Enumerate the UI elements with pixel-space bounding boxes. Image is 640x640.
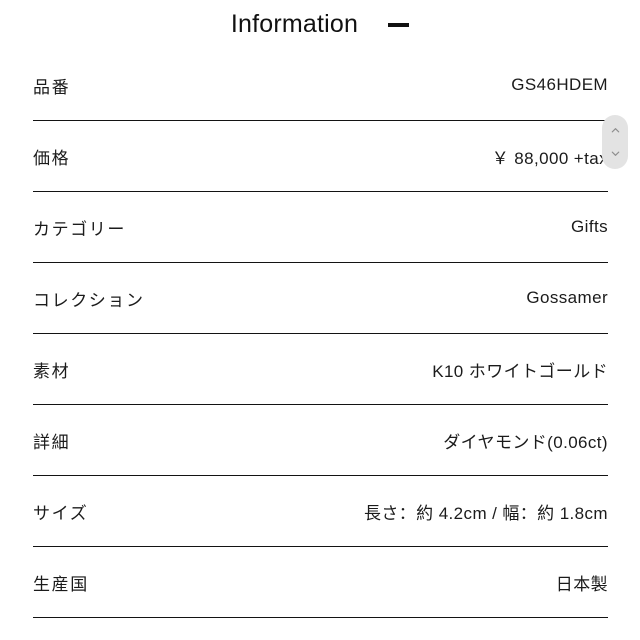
spec-value: ￥ 88,000 +tax	[491, 148, 608, 168]
information-header[interactable]: Information	[0, 0, 640, 48]
spec-value: Gossamer	[526, 288, 608, 307]
scroll-stepper[interactable]	[602, 115, 628, 169]
spec-label: 品番	[33, 77, 71, 97]
spec-label: カテゴリー	[33, 219, 126, 239]
spec-label: 生産国	[33, 574, 89, 594]
page-title: Information	[230, 9, 359, 38]
spec-label: 価格	[33, 148, 71, 168]
table-row: 価格 ￥ 88,000 +tax	[33, 121, 608, 192]
spec-label: コレクション	[33, 290, 145, 310]
table-row: 生産国 日本製	[33, 547, 608, 618]
chevron-down-icon[interactable]	[610, 148, 621, 159]
spec-value: K10 ホワイトゴールド	[432, 361, 608, 381]
spec-table: 品番 GS46HDEM 価格 ￥ 88,000 +tax カテゴリー Gifts…	[33, 50, 608, 618]
spec-label: サイズ	[33, 503, 89, 523]
spec-value: 長さ：約 4.2cm / 幅：約 1.8cm	[363, 503, 608, 523]
information-panel: Information 品番 GS46HDEM 価格 ￥ 88,000 +tax…	[0, 0, 640, 640]
table-row: 詳細 ダイヤモンド(0.06ct)	[33, 405, 608, 476]
spec-value: GS46HDEM	[511, 75, 608, 94]
table-row: カテゴリー Gifts	[33, 192, 608, 263]
table-row: 品番 GS46HDEM	[33, 50, 608, 121]
spec-value: ダイヤモンド(0.06ct)	[443, 432, 608, 452]
table-row: サイズ 長さ：約 4.2cm / 幅：約 1.8cm	[33, 476, 608, 547]
table-row: コレクション Gossamer	[33, 263, 608, 334]
table-row: 素材 K10 ホワイトゴールド	[33, 334, 608, 405]
chevron-up-icon[interactable]	[610, 125, 621, 136]
spec-label: 詳細	[33, 432, 71, 452]
minus-icon[interactable]	[388, 23, 410, 27]
spec-value: 日本製	[555, 574, 608, 594]
spec-value: Gifts	[571, 217, 608, 236]
spec-label: 素材	[33, 361, 71, 381]
